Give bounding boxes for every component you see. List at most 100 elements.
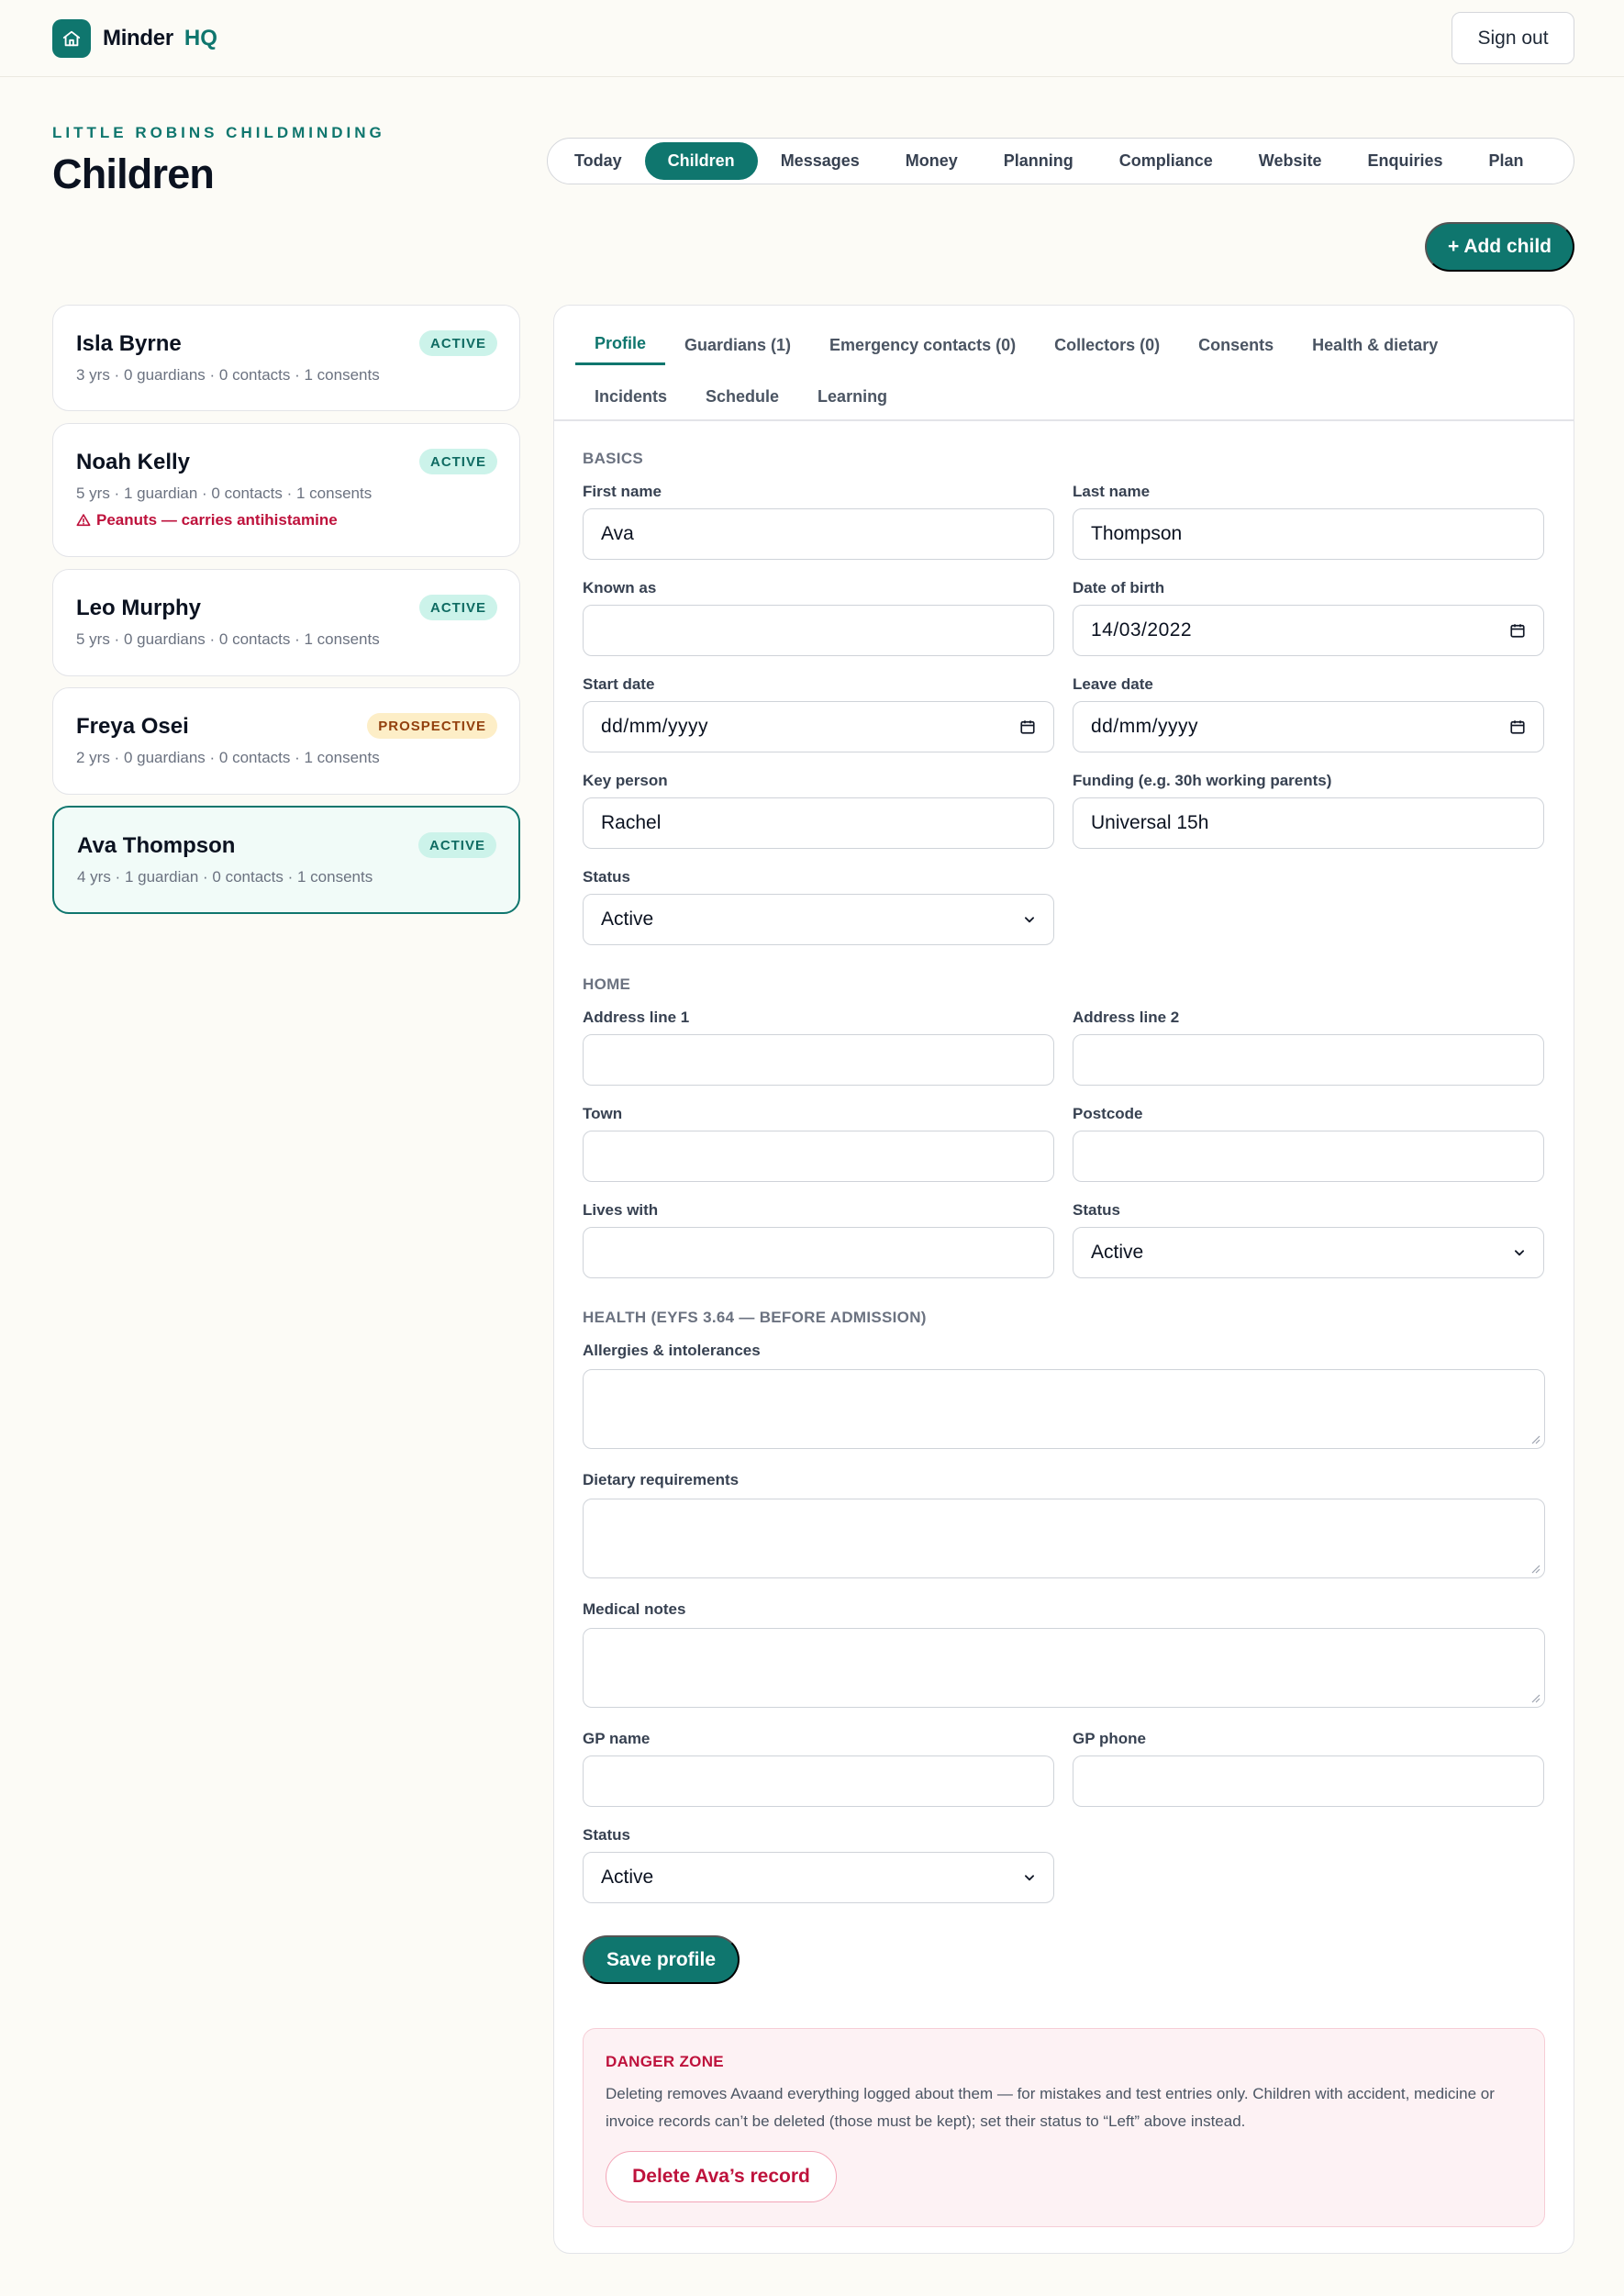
child-card-isla-byrne[interactable]: Isla Byrne ACTIVE 3 yrs · 0 guardians · …: [52, 305, 520, 411]
app-name: Minder: [103, 26, 173, 50]
calendar-icon[interactable]: [1509, 719, 1526, 735]
sign-out-button[interactable]: Sign out: [1452, 12, 1574, 64]
child-card-ava-thompson[interactable]: Ava Thompson ACTIVE 4 yrs · 1 guardian ·…: [52, 806, 520, 914]
start-date-input[interactable]: dd/mm/yyyy: [583, 701, 1054, 752]
leave-date-input[interactable]: dd/mm/yyyy: [1073, 701, 1544, 752]
nav-tab-website[interactable]: Website: [1236, 142, 1345, 180]
child-name: Freya Osei: [76, 714, 189, 739]
nav-tab-messages[interactable]: Messages: [758, 142, 883, 180]
last-name-value: Thompson: [1091, 523, 1183, 544]
dob-label: Date of birth: [1073, 579, 1165, 596]
detail-tabs-row-1: Profile Guardians (1) Emergency contacts…: [575, 325, 1457, 365]
org-name: LITTLE ROBINS CHILDMINDING: [52, 124, 385, 141]
child-meta: 5 yrs · 1 guardian · 0 contacts · 1 cons…: [76, 485, 373, 502]
danger-zone-title: DANGER ZONE: [606, 2053, 724, 2070]
home-status-label: Status: [1073, 1201, 1120, 1219]
nav-tab-today[interactable]: Today: [551, 142, 645, 180]
danger-zone: DANGER ZONE Deleting removes Avaand ever…: [583, 2028, 1545, 2227]
tab-collectors[interactable]: Collectors (0): [1035, 325, 1179, 365]
tab-consents[interactable]: Consents: [1179, 325, 1293, 365]
tabs-divider: [554, 419, 1574, 421]
home-icon: [52, 19, 91, 58]
dob-input[interactable]: 14/03/2022: [1073, 605, 1544, 656]
chevron-down-icon: [1024, 1875, 1035, 1881]
tab-emergency-contacts[interactable]: Emergency contacts (0): [810, 325, 1035, 365]
nav-tab-compliance[interactable]: Compliance: [1096, 142, 1236, 180]
health-status-label: Status: [583, 1826, 630, 1844]
key-person-value: Rachel: [601, 812, 662, 833]
tab-profile[interactable]: Profile: [575, 325, 666, 365]
child-meta: 3 yrs · 0 guardians · 0 contacts · 1 con…: [76, 366, 380, 384]
first-name-value: Ava: [601, 523, 634, 544]
nav-tab-enquiries[interactable]: Enquiries: [1344, 142, 1465, 180]
first-name-input[interactable]: Ava: [583, 508, 1054, 560]
status-badge: ACTIVE: [417, 832, 496, 858]
calendar-icon[interactable]: [1509, 622, 1526, 639]
delete-record-button[interactable]: Delete Ava’s record: [606, 2151, 837, 2202]
page-title: Children: [52, 150, 215, 197]
child-card-noah-kelly[interactable]: Noah Kelly ACTIVE 5 yrs · 1 guardian · 0…: [52, 423, 520, 557]
child-name: Noah Kelly: [76, 450, 191, 474]
address-line-1-input[interactable]: [583, 1034, 1054, 1086]
resize-grip-icon[interactable]: [1529, 1433, 1541, 1444]
danger-zone-text: Deleting removes Avaand everything logge…: [606, 2085, 1495, 2130]
dietary-textarea[interactable]: [583, 1499, 1545, 1578]
resize-grip-icon[interactable]: [1529, 1692, 1541, 1703]
known-as-input[interactable]: [583, 605, 1054, 656]
nav-tab-money[interactable]: Money: [883, 142, 981, 180]
chevron-down-icon: [1024, 917, 1035, 923]
key-person-label: Key person: [583, 772, 668, 789]
tab-incidents[interactable]: Incidents: [575, 376, 686, 417]
lives-with-input[interactable]: [583, 1227, 1054, 1278]
nav-tab-children[interactable]: Children: [644, 142, 758, 180]
medical-notes-label: Medical notes: [583, 1600, 686, 1618]
address-line-2-input[interactable]: [1073, 1034, 1544, 1086]
home-status-select[interactable]: Active: [1073, 1227, 1544, 1278]
postcode-input[interactable]: [1073, 1131, 1544, 1182]
nav-tab-planning[interactable]: Planning: [981, 142, 1096, 180]
start-date-label: Start date: [583, 675, 655, 693]
gp-name-input[interactable]: [583, 1755, 1054, 1807]
town-label: Town: [583, 1105, 623, 1122]
calendar-icon[interactable]: [1019, 719, 1036, 735]
nav-tab-plan[interactable]: Plan: [1466, 142, 1547, 180]
child-name: Leo Murphy: [76, 596, 201, 620]
tab-health-dietary[interactable]: Health & dietary: [1293, 325, 1457, 365]
town-input[interactable]: [583, 1131, 1054, 1182]
gp-name-label: GP name: [583, 1730, 651, 1747]
resize-grip-icon[interactable]: [1529, 1563, 1541, 1574]
status-select[interactable]: Active: [583, 894, 1054, 945]
status-badge: ACTIVE: [418, 330, 497, 356]
key-person-input[interactable]: Rachel: [583, 797, 1054, 849]
allergies-textarea[interactable]: [583, 1369, 1545, 1449]
first-name-label: First name: [583, 483, 662, 500]
known-as-label: Known as: [583, 579, 657, 596]
child-card-leo-murphy[interactable]: Leo Murphy ACTIVE 5 yrs · 0 guardians · …: [52, 569, 520, 676]
save-profile-button[interactable]: Save profile: [583, 1935, 740, 1984]
health-status-select[interactable]: Active: [583, 1852, 1054, 1903]
gp-phone-input[interactable]: [1073, 1755, 1544, 1807]
child-card-freya-osei[interactable]: Freya Osei PROSPECTIVE 2 yrs · 0 guardia…: [52, 687, 520, 795]
tab-guardians[interactable]: Guardians (1): [665, 325, 810, 365]
funding-input[interactable]: Universal 15h: [1073, 797, 1544, 849]
section-home: HOME: [583, 975, 631, 993]
section-basics: BASICS: [583, 450, 644, 467]
status-badge: PROSPECTIVE: [367, 713, 497, 739]
leave-date-label: Leave date: [1073, 675, 1153, 693]
child-name: Isla Byrne: [76, 331, 182, 356]
medical-notes-textarea[interactable]: [583, 1628, 1545, 1708]
last-name-input[interactable]: Thompson: [1073, 508, 1544, 560]
funding-label: Funding (e.g. 30h working parents): [1073, 772, 1332, 789]
dietary-label: Dietary requirements: [583, 1471, 740, 1488]
status-label: Status: [583, 868, 630, 886]
allergy-alert: Peanuts — carries antihistamine: [76, 511, 338, 529]
health-status-value: Active: [601, 1867, 654, 1888]
add-child-button[interactable]: + Add child: [1425, 222, 1574, 272]
status-badge: ACTIVE: [418, 449, 497, 474]
status-value: Active: [601, 908, 654, 930]
tab-learning[interactable]: Learning: [798, 376, 907, 417]
tab-schedule[interactable]: Schedule: [686, 376, 798, 417]
brand-logo[interactable]: Minder HQ: [52, 19, 217, 58]
address-line-2-label: Address line 2: [1073, 1009, 1180, 1026]
postcode-label: Postcode: [1073, 1105, 1143, 1122]
